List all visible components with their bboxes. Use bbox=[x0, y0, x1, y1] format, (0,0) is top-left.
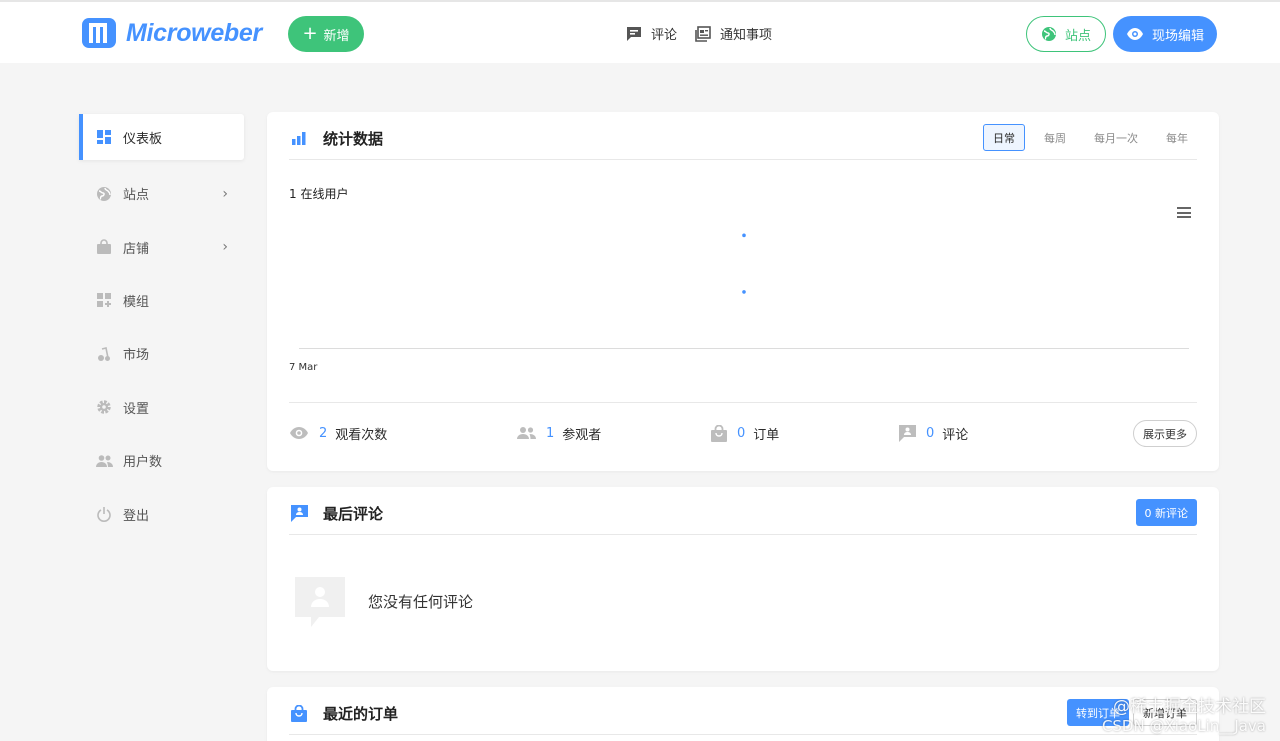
site-button-label: 站点 bbox=[1064, 28, 1091, 44]
stat-comments-label: 评论 bbox=[942, 427, 969, 443]
divider bbox=[289, 734, 1197, 735]
shopping-bag-icon bbox=[289, 703, 309, 723]
logo[interactable]: Microweber bbox=[80, 14, 262, 52]
eye-icon bbox=[1126, 28, 1143, 40]
comment-icon bbox=[899, 424, 916, 442]
sidebar-item-label: 模组 bbox=[123, 294, 150, 310]
users-icon bbox=[95, 452, 113, 470]
visitors-icon bbox=[517, 427, 536, 439]
sidebar-item-modules[interactable]: 模组 bbox=[79, 274, 244, 327]
sidebar-item-label: 设置 bbox=[123, 401, 150, 417]
sidebar-item-sites[interactable]: 站点 › bbox=[79, 167, 244, 220]
add-new-label: 新增 bbox=[323, 28, 350, 44]
orders-actions: 转到订单 新增订单 bbox=[1067, 699, 1197, 726]
stat-visitors-value: 1 bbox=[546, 425, 555, 441]
divider bbox=[289, 402, 1197, 403]
nav-comments[interactable]: 评论 bbox=[626, 24, 677, 43]
sidebar-item-label: 登出 bbox=[123, 508, 150, 524]
sidebar-item-marketplace[interactable]: 市场 bbox=[79, 327, 244, 380]
sidebar: 仪表板 站点 › 店铺 › 模组 市场 设置 用户数 登出 bbox=[79, 114, 244, 541]
nav-notifications[interactable]: 通知事项 bbox=[695, 24, 772, 43]
tab-daily[interactable]: 日常 bbox=[983, 124, 1025, 151]
latest-comments-title: 最后评论 bbox=[289, 503, 383, 523]
stat-views-value: 2 bbox=[319, 425, 328, 441]
site-button[interactable]: 站点 bbox=[1026, 16, 1106, 52]
period-tabs: 日常 每周 每月一次 每年 bbox=[973, 124, 1197, 151]
chart-point-series-1 bbox=[742, 290, 746, 294]
logo-text: Microweber bbox=[126, 18, 262, 47]
comment-icon bbox=[289, 503, 309, 523]
sidebar-item-settings[interactable]: 设置 bbox=[79, 381, 244, 434]
stat-visitors-label: 参观者 bbox=[562, 427, 602, 443]
nav-comments-label: 评论 bbox=[651, 28, 678, 43]
bar-chart-icon bbox=[289, 128, 309, 148]
latest-comments-title-text: 最后评论 bbox=[323, 504, 384, 523]
stat-orders: 0 订单 bbox=[711, 420, 779, 446]
chart-point-series-0 bbox=[742, 233, 746, 238]
show-more-button[interactable]: 展示更多 bbox=[1133, 420, 1197, 447]
statistics-card: 统计数据 日常 每周 每月一次 每年 1 在线用户 7 Mar 2 观看次数 1… bbox=[267, 112, 1219, 471]
sidebar-item-label: 站点 bbox=[123, 188, 150, 204]
online-users-text: 1 在线用户 bbox=[289, 187, 349, 201]
marketplace-icon bbox=[95, 345, 113, 363]
chevron-right-icon: › bbox=[222, 239, 228, 256]
top-bar: Microweber + 新增 评论 通知事项 站点 现场编辑 bbox=[0, 0, 1280, 63]
statistics-title: 统计数据 bbox=[289, 128, 383, 148]
globe-icon bbox=[95, 185, 113, 203]
power-icon bbox=[95, 505, 113, 523]
live-edit-label: 现场编辑 bbox=[1151, 28, 1204, 44]
shop-icon bbox=[95, 238, 113, 256]
eye-icon bbox=[290, 427, 308, 439]
stat-views: 2 观看次数 bbox=[289, 420, 387, 446]
empty-comments-icon bbox=[293, 575, 347, 629]
globe-icon bbox=[1041, 27, 1056, 41]
sidebar-item-label: 用户数 bbox=[123, 455, 163, 471]
recent-orders-title-text: 最近的订单 bbox=[323, 704, 399, 723]
chart-x-tick-label: 7 Mar bbox=[289, 362, 318, 373]
stat-visitors: 1 参观者 bbox=[517, 420, 601, 446]
stat-orders-value: 0 bbox=[737, 425, 746, 441]
divider bbox=[289, 159, 1197, 160]
shopping-bag-icon bbox=[711, 424, 727, 442]
sidebar-item-users[interactable]: 用户数 bbox=[79, 434, 244, 487]
statistics-title-text: 统计数据 bbox=[323, 129, 384, 148]
add-new-button[interactable]: + 新增 bbox=[288, 16, 364, 52]
sidebar-item-dashboard[interactable]: 仪表板 bbox=[79, 114, 244, 160]
statistics-chart: 7 Mar bbox=[289, 233, 1189, 373]
sidebar-item-label: 店铺 bbox=[123, 241, 150, 257]
plus-icon: + bbox=[302, 23, 318, 44]
gear-icon bbox=[95, 398, 113, 416]
stat-comments-value: 0 bbox=[926, 425, 935, 441]
recent-orders-card: 最近的订单 转到订单 新增订单 bbox=[267, 687, 1219, 741]
tab-monthly[interactable]: 每月一次 bbox=[1085, 124, 1147, 151]
stat-orders-label: 订单 bbox=[753, 427, 780, 443]
comment-icon bbox=[627, 26, 641, 41]
top-nav: 评论 通知事项 bbox=[626, 24, 772, 43]
go-to-orders-button[interactable]: 转到订单 bbox=[1067, 699, 1129, 726]
recent-orders-title: 最近的订单 bbox=[289, 703, 398, 723]
live-edit-button[interactable]: 现场编辑 bbox=[1113, 16, 1217, 52]
tab-weekly[interactable]: 每周 bbox=[1035, 124, 1075, 151]
tab-yearly[interactable]: 每年 bbox=[1157, 124, 1197, 151]
sidebar-item-logout[interactable]: 登出 bbox=[79, 487, 244, 540]
stat-comments: 0 评论 bbox=[899, 420, 968, 446]
sidebar-item-label: 仪表板 bbox=[123, 131, 163, 147]
divider bbox=[289, 534, 1197, 535]
dashboard-icon bbox=[95, 128, 113, 146]
sidebar-item-shop[interactable]: 店铺 › bbox=[79, 220, 244, 273]
sidebar-item-label: 市场 bbox=[123, 348, 150, 364]
add-order-button[interactable]: 新增订单 bbox=[1133, 699, 1197, 726]
stats-summary-row: 2 观看次数 1 参观者 0 订单 0 评论 展示更多 bbox=[289, 420, 1197, 447]
chevron-right-icon: › bbox=[222, 185, 228, 202]
notifications-icon bbox=[695, 25, 711, 42]
modules-icon bbox=[95, 291, 113, 309]
latest-comments-card: 最后评论 0 新评论 您没有任何评论 bbox=[267, 487, 1219, 671]
nav-notifications-label: 通知事项 bbox=[720, 28, 773, 43]
new-comments-button[interactable]: 0 新评论 bbox=[1135, 499, 1197, 526]
empty-comments-text: 您没有任何评论 bbox=[368, 593, 474, 611]
microweber-logo-icon bbox=[80, 14, 118, 52]
chart-menu-icon[interactable] bbox=[1177, 207, 1191, 221]
stat-views-label: 观看次数 bbox=[335, 427, 388, 443]
